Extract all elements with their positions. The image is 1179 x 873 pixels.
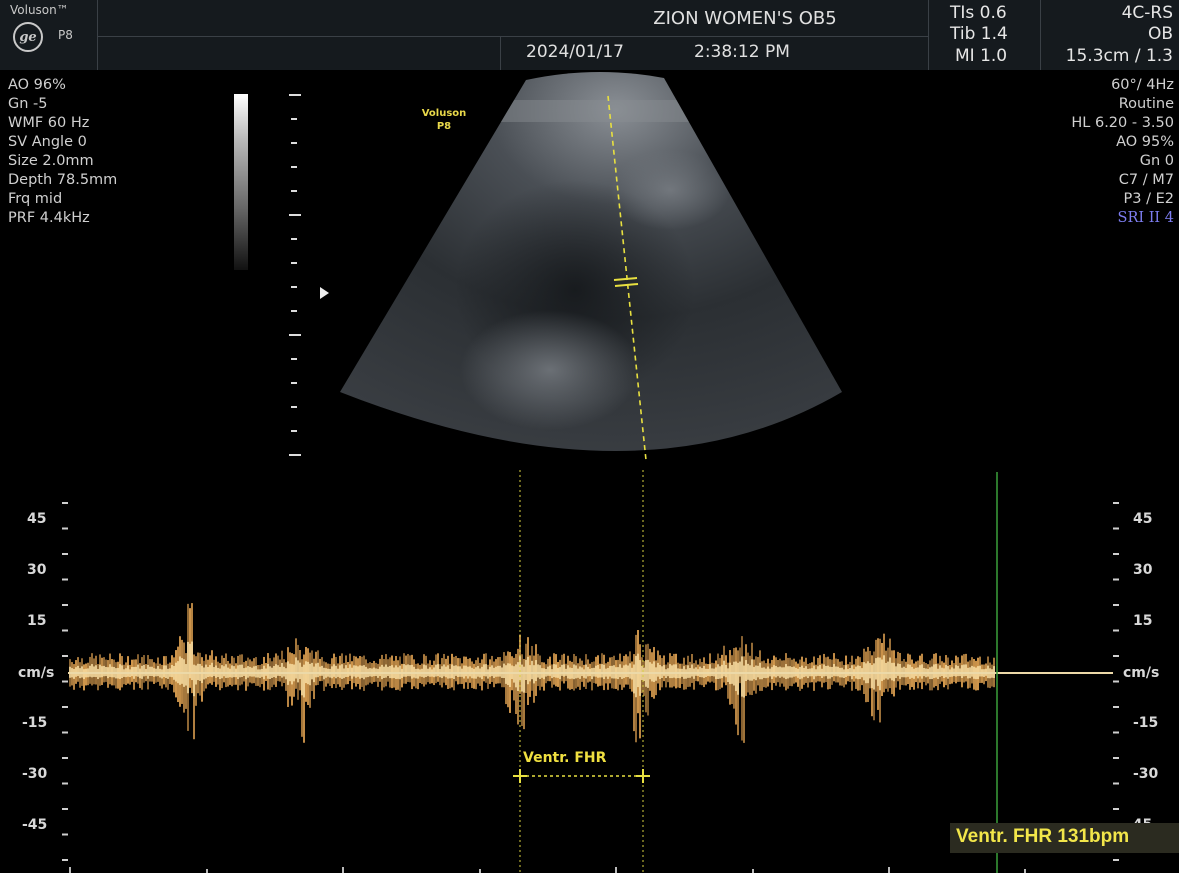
header-divider: [97, 36, 928, 37]
header-divider: [97, 0, 98, 70]
scale-label-right: 30: [1133, 562, 1153, 578]
voluson-watermark: Voluson P8: [415, 107, 473, 133]
param-ao-b: AO 95%: [1116, 134, 1174, 150]
focus-marker-icon: [320, 287, 329, 299]
param-gain-b: Gn 0: [1139, 153, 1174, 169]
caliper-marker-start-icon: [513, 769, 527, 783]
scale-label-right: -15: [1133, 715, 1159, 731]
scale-label-left: 30: [27, 562, 47, 578]
tis-index: TIs 0.6: [950, 3, 1007, 23]
mi-index: MI 1.0: [955, 46, 1008, 66]
fhr-result: Ventr. FHR 131bpm: [956, 826, 1130, 847]
param-sri: SRI II 4: [1117, 210, 1174, 226]
exam-date: 2024/01/17: [526, 42, 624, 62]
probe-mode: 4C-RS: [1121, 3, 1173, 23]
institution-name: ZION WOMEN'S OB5: [653, 8, 837, 29]
doppler-parameters: AO 96% Gn -5 WMF 60 Hz SV Angle 0 Size 2…: [8, 76, 117, 228]
brand-name: Voluson™: [10, 3, 69, 17]
scale-label-left: -45: [22, 817, 48, 833]
param-sv-angle: SV Angle 0: [8, 134, 87, 150]
time-ticks: [69, 867, 1026, 873]
bmode-parameters: 60°/ 4Hz Routine HL 6.20 - 3.50 AO 95% G…: [1071, 76, 1174, 228]
ge-logo-icon: ge: [13, 22, 43, 52]
param-c-m: C7 / M7: [1118, 172, 1174, 188]
velocity-unit-right: cm/s: [1123, 665, 1160, 681]
caliper-marker-end-icon: [636, 769, 650, 783]
velocity-scale-right: [1113, 502, 1119, 861]
exam-time: 2:38:12 PM: [694, 42, 790, 62]
scale-label-right: 15: [1133, 613, 1153, 629]
grayscale-bar: [234, 94, 248, 270]
doppler-spectrum: [62, 470, 1119, 873]
scale-label-right: -30: [1133, 766, 1159, 782]
param-depth: Depth 78.5mm: [8, 172, 118, 188]
watermark-line1: Voluson: [421, 108, 467, 119]
scale-label-left: -15: [22, 715, 48, 731]
param-routine: Routine: [1118, 96, 1174, 112]
depth-frequency: 15.3cm / 1.3: [1065, 46, 1173, 66]
velocity-unit-left: cm/s: [18, 665, 55, 681]
depth-scale: [289, 94, 301, 456]
fhr-result-box: Ventr. FHR 131bpm: [950, 823, 1179, 853]
scale-label-left: 45: [27, 511, 47, 527]
param-gain: Gn -5: [8, 96, 48, 112]
param-angle-rate: 60°/ 4Hz: [1111, 77, 1174, 93]
caliper-label: Ventr. FHR: [523, 750, 607, 766]
scale-label-right: 45: [1133, 511, 1153, 527]
exam-preset: OB: [1147, 24, 1173, 44]
probe-name: P8: [58, 28, 73, 42]
param-ao: AO 96%: [8, 77, 66, 93]
bmode-sector-image: [340, 71, 842, 461]
header-divider: [500, 36, 501, 70]
param-p-e: P3 / E2: [1123, 191, 1174, 207]
velocity-scale-left: [62, 502, 68, 861]
watermark-line2: P8: [436, 121, 452, 132]
header-divider: [1040, 0, 1041, 70]
scale-label-left: 15: [27, 613, 47, 629]
param-wmf: WMF 60 Hz: [8, 115, 90, 131]
param-hl: HL 6.20 - 3.50: [1071, 115, 1174, 131]
param-prf: PRF 4.4kHz: [8, 210, 90, 226]
header-divider: [928, 0, 929, 70]
param-frequency: Frq mid: [8, 191, 63, 207]
tib-index: Tib 1.4: [950, 24, 1008, 44]
scale-label-left: -30: [22, 766, 48, 782]
param-size: Size 2.0mm: [8, 153, 94, 169]
